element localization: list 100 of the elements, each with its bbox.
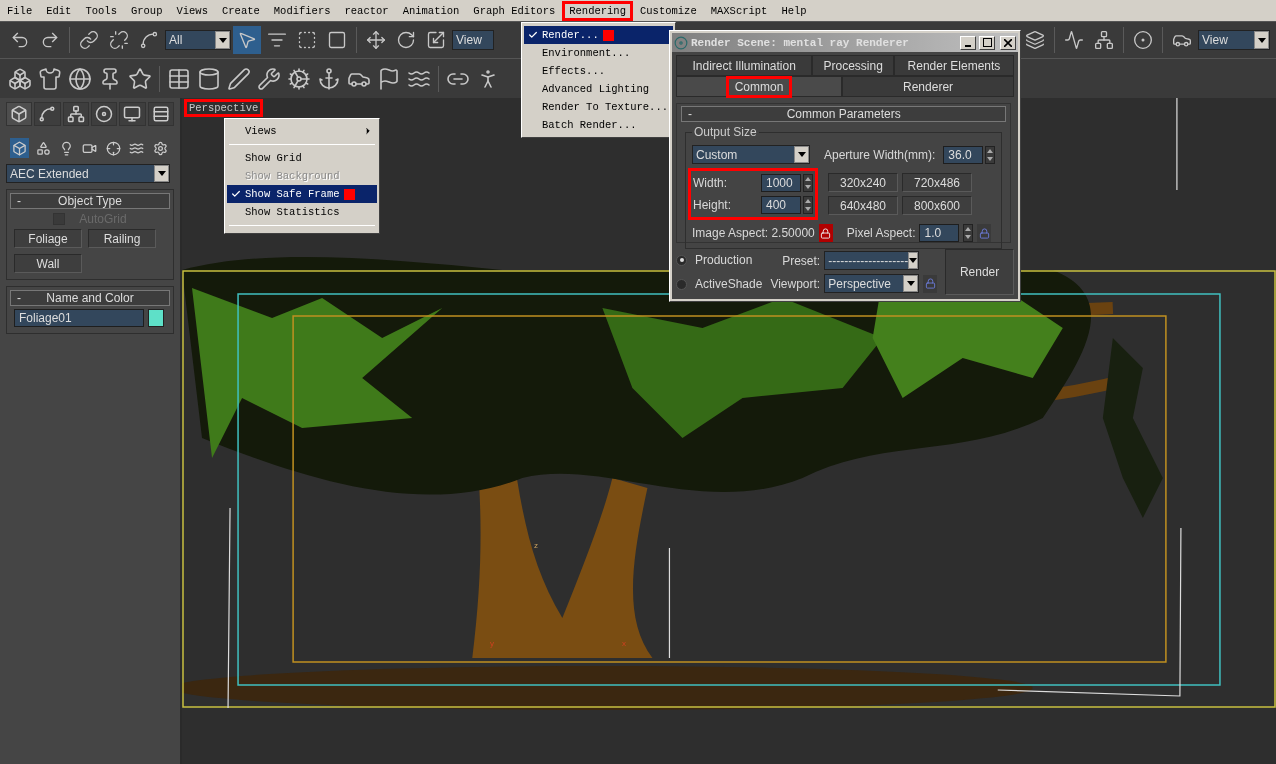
shapes-icon bbox=[35, 140, 51, 156]
dialog-tab[interactable]: Render Elements bbox=[893, 55, 1014, 76]
width-field[interactable]: 1000 bbox=[761, 174, 801, 192]
object-button[interactable]: Foliage bbox=[14, 229, 82, 248]
menu-item-label: Render To Texture... bbox=[542, 101, 669, 113]
tab-label: Indirect Illumination bbox=[691, 57, 797, 74]
menu-item[interactable]: Advanced Lighting bbox=[524, 80, 673, 98]
close-button[interactable] bbox=[1000, 35, 1016, 50]
menu-item[interactable]: Batch Render... bbox=[524, 116, 673, 134]
rollout-header[interactable]: - Common Parameters bbox=[681, 106, 1007, 122]
panel-tab[interactable] bbox=[147, 102, 174, 126]
radio-label: ActiveShade bbox=[695, 277, 763, 291]
menu-bar-item[interactable]: Help bbox=[774, 0, 814, 21]
panel-tab[interactable] bbox=[6, 102, 33, 126]
menu-bar-item[interactable]: Modifiers bbox=[266, 0, 338, 21]
menu-bar-item[interactable]: Animation bbox=[395, 0, 467, 21]
object-button[interactable]: Wall bbox=[14, 254, 82, 273]
collapse-toggle[interactable]: - bbox=[11, 194, 27, 208]
panel-tab[interactable] bbox=[91, 102, 118, 126]
layers-icon bbox=[1025, 30, 1045, 50]
menu-item[interactable]: Show Statistics bbox=[227, 203, 377, 221]
squiggle-icon bbox=[139, 30, 159, 50]
menu-item-label: Advanced Lighting bbox=[542, 83, 650, 95]
menu-bar-item[interactable]: Create bbox=[215, 0, 267, 21]
panel-tab[interactable] bbox=[62, 102, 89, 126]
radio-button[interactable] bbox=[676, 278, 687, 290]
pixel-aspect-field[interactable]: 1.0 bbox=[919, 224, 960, 242]
aperture-field[interactable]: 36.0 bbox=[943, 145, 984, 164]
viewport-label[interactable]: Perspective bbox=[184, 99, 264, 117]
menu-bar-item[interactable]: Views bbox=[169, 0, 215, 21]
reference-coordinate-dropdown[interactable]: View bbox=[452, 30, 494, 50]
menu-bar-item[interactable]: Group bbox=[123, 0, 170, 21]
pointer-icon bbox=[237, 30, 257, 50]
dialog-tab[interactable]: Common bbox=[676, 76, 843, 97]
rollout-title: Name and Color bbox=[45, 291, 135, 305]
color-swatch[interactable] bbox=[148, 309, 164, 327]
menu-bar-item[interactable]: reactor bbox=[337, 0, 396, 21]
render-button[interactable]: Render bbox=[945, 249, 1014, 295]
menu-bar-item[interactable]: Edit bbox=[39, 0, 79, 21]
redo-icon bbox=[40, 30, 60, 50]
spinner-arrows[interactable] bbox=[985, 145, 996, 164]
tool-button[interactable] bbox=[233, 26, 261, 54]
panel-tab[interactable] bbox=[119, 102, 146, 126]
dialog-tab[interactable]: Processing bbox=[812, 55, 894, 76]
menu-item[interactable]: Show Grid bbox=[227, 149, 377, 167]
menu-bar-item[interactable]: Rendering bbox=[562, 0, 633, 21]
dialog-tab[interactable]: Renderer bbox=[842, 76, 1014, 97]
gear-icon bbox=[287, 66, 311, 91]
menu-bar-item[interactable]: Tools bbox=[78, 0, 124, 21]
menu-bar-item[interactable]: Customize bbox=[633, 0, 704, 21]
spinner-arrows[interactable] bbox=[963, 224, 974, 242]
panel-tab[interactable] bbox=[34, 102, 61, 126]
size-preset-button[interactable]: 800x600 bbox=[902, 196, 972, 215]
menu-bar-item[interactable]: Graph Editors bbox=[466, 0, 563, 21]
menu-item-label: Effects... bbox=[542, 65, 605, 77]
caret-icon bbox=[908, 252, 919, 269]
category-button[interactable] bbox=[10, 138, 30, 158]
undo-icon bbox=[10, 30, 30, 50]
preset-dropdown[interactable]: -------------------- bbox=[824, 251, 920, 270]
menu-item[interactable]: Effects... bbox=[524, 62, 673, 80]
category-dropdown[interactable]: AEC Extended bbox=[6, 164, 170, 183]
rollout-header[interactable]: - Name and Color bbox=[10, 290, 170, 306]
maximize-button[interactable] bbox=[979, 35, 995, 50]
menu-item[interactable]: Render To Texture... bbox=[524, 98, 673, 116]
maximize-icon bbox=[982, 38, 992, 47]
size-preset-button[interactable]: 720x486 bbox=[902, 173, 972, 192]
radio-button[interactable] bbox=[676, 254, 687, 266]
object-button[interactable]: Railing bbox=[88, 229, 156, 248]
tab-label: Common bbox=[725, 75, 793, 98]
menu-item[interactable]: Show Safe Frame bbox=[227, 185, 377, 203]
height-field[interactable]: 400 bbox=[761, 196, 801, 214]
dialog-tab[interactable]: Indirect Illumination bbox=[676, 55, 813, 76]
table-icon bbox=[167, 66, 191, 91]
selection-filter-dropdown[interactable]: All bbox=[165, 30, 231, 50]
menu-item-label: Show Grid bbox=[245, 152, 302, 164]
spinner-arrows[interactable] bbox=[803, 196, 813, 214]
name-field[interactable]: Foliage01 bbox=[14, 309, 144, 327]
menu-bar-item[interactable]: File bbox=[0, 0, 40, 21]
size-preset-button[interactable]: 640x480 bbox=[828, 196, 898, 215]
output-preset-dropdown[interactable]: Custom bbox=[692, 145, 810, 164]
field-label: Height: bbox=[693, 198, 732, 212]
monitor-icon bbox=[123, 105, 142, 123]
menu-item[interactable]: Views bbox=[227, 122, 377, 140]
tab-label: Renderer bbox=[902, 78, 955, 95]
lock-icon bbox=[820, 227, 832, 239]
collapse-toggle[interactable]: - bbox=[11, 291, 27, 305]
lock-button[interactable] bbox=[818, 224, 833, 242]
spinner-arrows[interactable] bbox=[803, 174, 813, 192]
menu-item-label: Show Safe Frame bbox=[245, 188, 340, 200]
collapse-toggle[interactable]: - bbox=[682, 107, 698, 121]
menu-bar-item[interactable]: MAXScript bbox=[703, 0, 775, 21]
rollout-header[interactable]: - Object Type bbox=[10, 193, 170, 209]
caret-icon bbox=[794, 146, 809, 163]
tab-label: Processing bbox=[822, 57, 884, 74]
minimize-button[interactable] bbox=[960, 35, 976, 50]
size-preset-button[interactable]: 320x240 bbox=[828, 173, 898, 192]
viewport-dropdown[interactable]: Perspective bbox=[824, 274, 920, 293]
menu-item[interactable]: Environment... bbox=[524, 44, 673, 62]
view-dropdown[interactable]: View bbox=[1198, 30, 1270, 50]
menu-item[interactable]: Render... bbox=[524, 26, 673, 44]
